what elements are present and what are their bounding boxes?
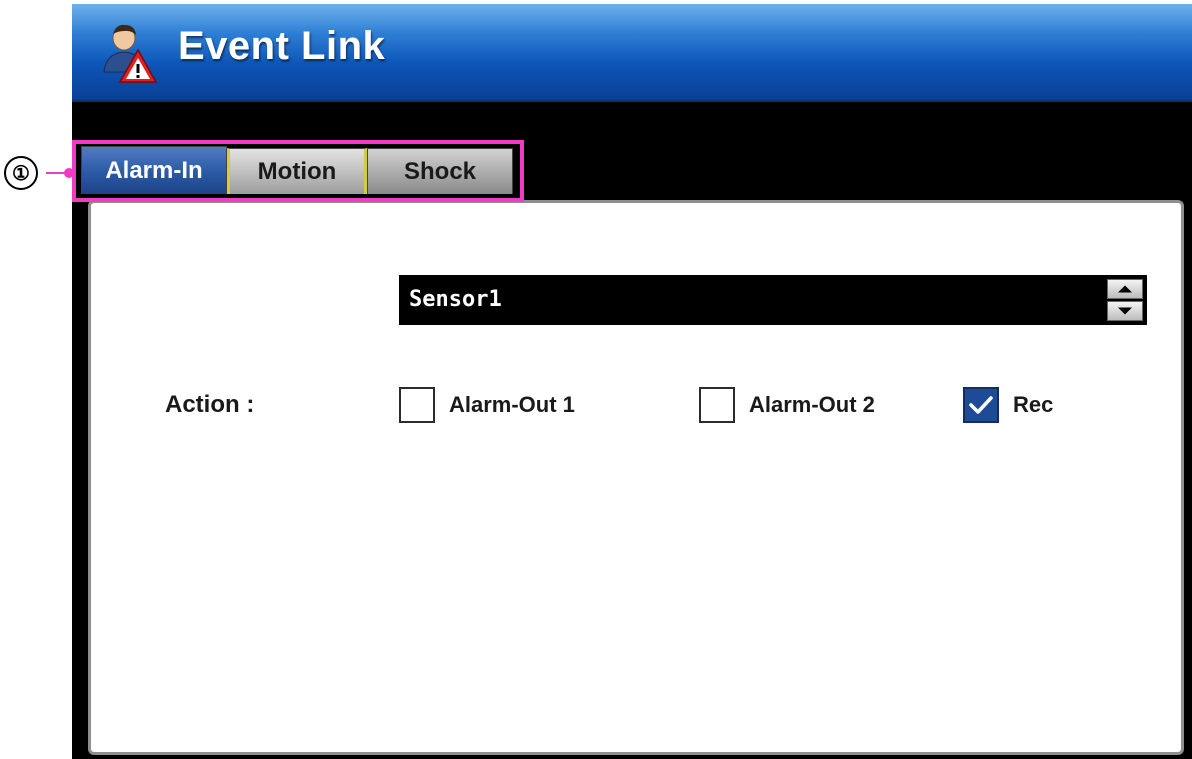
tab-shock[interactable]: Shock xyxy=(367,148,513,194)
checkbox-box[interactable] xyxy=(699,387,735,423)
alarm-out-1-checkbox[interactable]: Alarm-Out 1 xyxy=(399,387,575,423)
arrow-up-icon xyxy=(1118,285,1132,293)
sensor-selector[interactable]: Sensor1 xyxy=(399,275,1147,325)
checkbox-box[interactable] xyxy=(399,387,435,423)
rec-checkbox[interactable]: Rec xyxy=(963,387,1053,423)
window-title: Event Link xyxy=(178,24,386,68)
tab-bar: Alarm-In Motion Shock xyxy=(81,146,513,194)
sensor-value: Sensor1 xyxy=(409,287,502,312)
checkbox-box-checked[interactable] xyxy=(963,387,999,423)
settings-panel: Sensor1 Action : Alarm-Out 1 Alarm-Out 2 xyxy=(88,200,1184,755)
spin-up-button[interactable] xyxy=(1107,279,1143,299)
user-alarm-icon xyxy=(98,20,158,84)
sensor-spinner xyxy=(1107,279,1143,321)
rec-label: Rec xyxy=(1013,392,1054,417)
tab-motion[interactable]: Motion xyxy=(227,148,367,194)
title-bar: Event Link xyxy=(72,4,1192,102)
spin-down-button[interactable] xyxy=(1107,301,1143,321)
action-label: Action : xyxy=(165,391,255,418)
alarm-out-2-label: Alarm-Out 2 xyxy=(749,392,875,417)
alarm-out-2-checkbox[interactable]: Alarm-Out 2 xyxy=(699,387,875,423)
stage: ① Event Link Alarm-In Motion Shock Senso… xyxy=(0,0,1192,759)
alarm-out-1-label: Alarm-Out 1 xyxy=(449,392,575,417)
arrow-down-icon xyxy=(1118,307,1132,315)
checkmark-icon xyxy=(969,396,993,414)
tab-alarm-in[interactable]: Alarm-In xyxy=(81,146,227,194)
callout-number: ① xyxy=(4,156,38,190)
event-link-window: Event Link Alarm-In Motion Shock Sensor1… xyxy=(72,4,1192,759)
